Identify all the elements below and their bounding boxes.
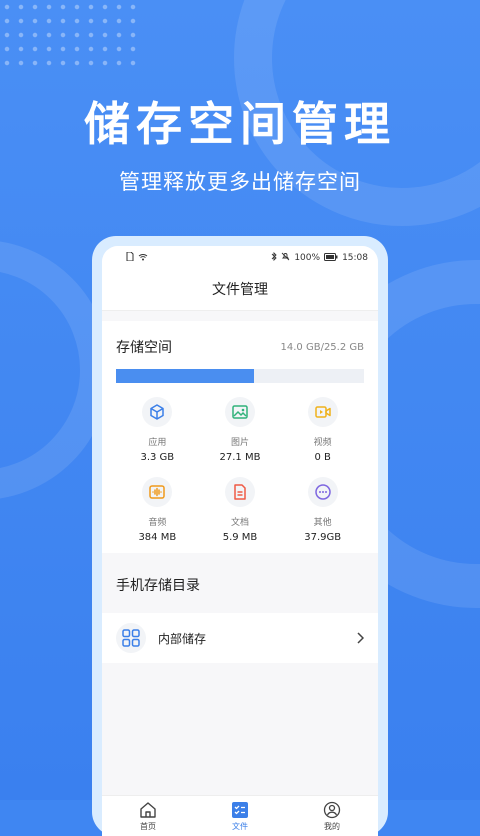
chevron-right-icon [356,629,365,648]
tab-profile[interactable]: 我的 [286,796,378,836]
storage-progress-fill [116,369,254,383]
directory-title: 手机存储目录 [102,553,378,607]
tab-label: 我的 [324,821,340,831]
image-icon [224,397,255,427]
category-images[interactable]: 图片 27.1 MB [199,397,282,463]
status-bar: 100% 15:08 [102,246,378,270]
tab-label: 首页 [140,821,156,831]
category-label: 其他 [313,518,332,528]
battery-icon [324,252,338,264]
category-value: 5.9 MB [222,532,258,543]
dot-pattern [0,0,140,70]
tab-files[interactable]: 文件 [194,796,286,836]
storage-card: 存储空间 14.0 GB/25.2 GB 应用 3.3 GB 图片 27.1 M… [102,321,378,553]
bottom-tab-bar: 首页 文件 我的 [102,795,378,836]
directory-item-internal-storage[interactable]: 内部储存 [102,613,378,663]
promo-subline: 管理释放更多出储存空间 [119,170,361,194]
category-apps[interactable]: 应用 3.3 GB [116,397,199,463]
promo-headline: 储存空间管理 [84,97,396,151]
tab-home[interactable]: 首页 [102,796,194,836]
storage-title: 存储空间 [116,340,172,356]
phone-frame: 100% 15:08 文件管理 存储空间 14.0 GB/25.2 GB 应用 … [92,236,388,836]
mute-icon [281,252,290,264]
category-value: 384 MB [138,532,177,543]
audio-icon [142,477,173,507]
category-label: 文档 [230,518,249,528]
category-audio[interactable]: 音频 384 MB [116,477,199,543]
phone-screen: 100% 15:08 文件管理 存储空间 14.0 GB/25.2 GB 应用 … [102,246,378,836]
battery-percent: 100% [294,253,321,263]
bluetooth-icon [271,251,277,264]
home-icon [139,801,157,821]
category-value: 27.1 MB [219,452,261,463]
category-other[interactable]: 其他 37.9GB [281,477,364,543]
category-value: 37.9GB [304,532,342,543]
video-icon [307,397,338,427]
category-value: 0 B [314,452,331,463]
app-bar-title: 文件管理 [102,270,378,311]
category-label: 应用 [148,438,167,448]
category-label: 图片 [230,438,249,448]
category-label: 视频 [313,438,332,448]
profile-icon [323,801,341,821]
storage-usage: 14.0 GB/25.2 GB [280,341,364,353]
category-value: 3.3 GB [140,452,175,463]
category-documents[interactable]: 文档 5.9 MB [199,477,282,543]
clock: 15:08 [342,253,368,263]
cube-icon [142,397,173,427]
category-videos[interactable]: 视频 0 B [281,397,364,463]
tab-label: 文件 [232,821,248,831]
document-icon [224,477,255,507]
file-tab-icon [231,801,249,821]
category-label: 音频 [148,518,167,528]
sim-icon [126,251,134,264]
directory-item-label: 内部储存 [158,631,207,646]
storage-progress-bar [116,369,364,383]
wifi-icon [138,253,148,264]
category-grid: 应用 3.3 GB 图片 27.1 MB 视频 0 B 音频 384 MB 文档… [116,397,364,543]
more-icon [307,477,338,507]
grid-icon [116,623,146,653]
